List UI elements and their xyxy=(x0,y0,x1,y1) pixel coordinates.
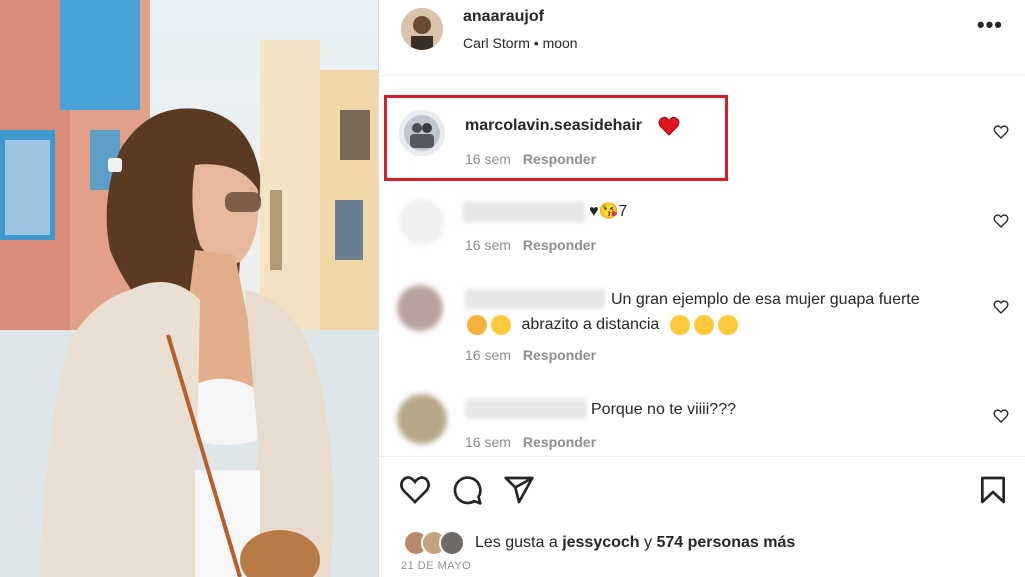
comment-time: 16 sem xyxy=(465,434,511,450)
likes-others-link[interactable]: 574 personas más xyxy=(656,534,795,551)
like-comment-icon[interactable] xyxy=(993,408,1009,424)
comment-text: Porque no te viiii??? xyxy=(591,401,736,418)
commenter-avatar-image xyxy=(399,110,445,156)
comment-time: 16 sem xyxy=(465,347,511,363)
comments-panel: anaaraujof Carl Storm • moon ••• marcola… xyxy=(378,0,1025,577)
liker-avatar[interactable] xyxy=(439,530,465,556)
comment-item: Un gran ejemplo de esa mujer guapa fuert… xyxy=(379,283,1025,373)
heart-eyes-emoji xyxy=(491,314,511,335)
share-icon[interactable] xyxy=(503,474,535,506)
author-username[interactable]: anaaraujof xyxy=(463,8,544,26)
heart-icon[interactable] xyxy=(399,474,431,506)
reply-button[interactable]: Responder xyxy=(523,347,596,363)
commenter-avatar-blurred[interactable] xyxy=(399,199,445,245)
post-date[interactable]: 21 DE MAYO xyxy=(401,560,471,572)
author-avatar-image xyxy=(401,8,443,50)
post-header: anaaraujof Carl Storm • moon ••• xyxy=(379,0,1025,76)
comment-text-line2: abrazito a distancia xyxy=(465,312,740,337)
bookmark-icon[interactable] xyxy=(977,474,1009,506)
like-comment-icon[interactable] xyxy=(993,213,1009,229)
comment-text: Un gran ejemplo de esa mujer guapa fuert… xyxy=(611,291,920,308)
comment-highlighted: marcolavin.seasidehair 16 sem Responder xyxy=(379,100,1025,180)
comment-meta: 16 sem Responder xyxy=(465,434,596,450)
liker-username[interactable]: jessycoch xyxy=(562,534,639,551)
comment-time: 16 sem xyxy=(465,151,511,167)
comment-meta: 16 sem Responder xyxy=(465,347,596,363)
commenter-avatar-blurred[interactable] xyxy=(397,394,447,444)
likes-connector: y xyxy=(644,534,653,551)
comment-text: ♥😘7 xyxy=(589,203,628,220)
likes-text: Les gusta a jessycoch y 574 personas más xyxy=(475,534,795,552)
more-options-icon[interactable]: ••• xyxy=(977,14,1003,36)
post-image xyxy=(0,0,378,577)
reply-button[interactable]: Responder xyxy=(523,434,596,450)
reply-button[interactable]: Responder xyxy=(523,237,596,253)
kiss-emoji xyxy=(693,314,714,335)
comment-time: 16 sem xyxy=(465,237,511,253)
comment-item: Porque no te viiii??? 16 sem Responder xyxy=(379,390,1025,455)
comment-meta: 16 sem Responder xyxy=(465,151,596,167)
like-comment-icon[interactable] xyxy=(993,299,1009,315)
author-avatar[interactable] xyxy=(401,8,443,50)
post-photo[interactable] xyxy=(0,0,378,577)
hugging-emoji xyxy=(717,314,738,335)
commenter-username[interactable]: marcolavin.seasidehair xyxy=(465,117,642,135)
commenter-username-blurred[interactable] xyxy=(465,289,605,309)
reply-button[interactable]: Responder xyxy=(523,151,596,167)
commenter-avatar-blurred[interactable] xyxy=(397,285,443,331)
commenter-username-blurred[interactable] xyxy=(465,399,587,419)
post-music[interactable]: Carl Storm • moon xyxy=(463,35,578,51)
clapping-hands-emoji xyxy=(467,314,487,335)
commenter-username-blurred[interactable] xyxy=(463,202,585,222)
red-heart-icon xyxy=(658,116,680,136)
action-bar xyxy=(379,456,1025,523)
kiss-emoji xyxy=(669,314,690,335)
commenter-avatar[interactable] xyxy=(399,110,445,156)
comment-item: ♥😘7 16 sem Responder xyxy=(379,195,1025,265)
like-comment-icon[interactable] xyxy=(993,124,1009,140)
comment-icon[interactable] xyxy=(451,474,483,506)
likes-prefix: Les gusta a xyxy=(475,534,558,551)
comment-meta: 16 sem Responder xyxy=(465,237,596,253)
